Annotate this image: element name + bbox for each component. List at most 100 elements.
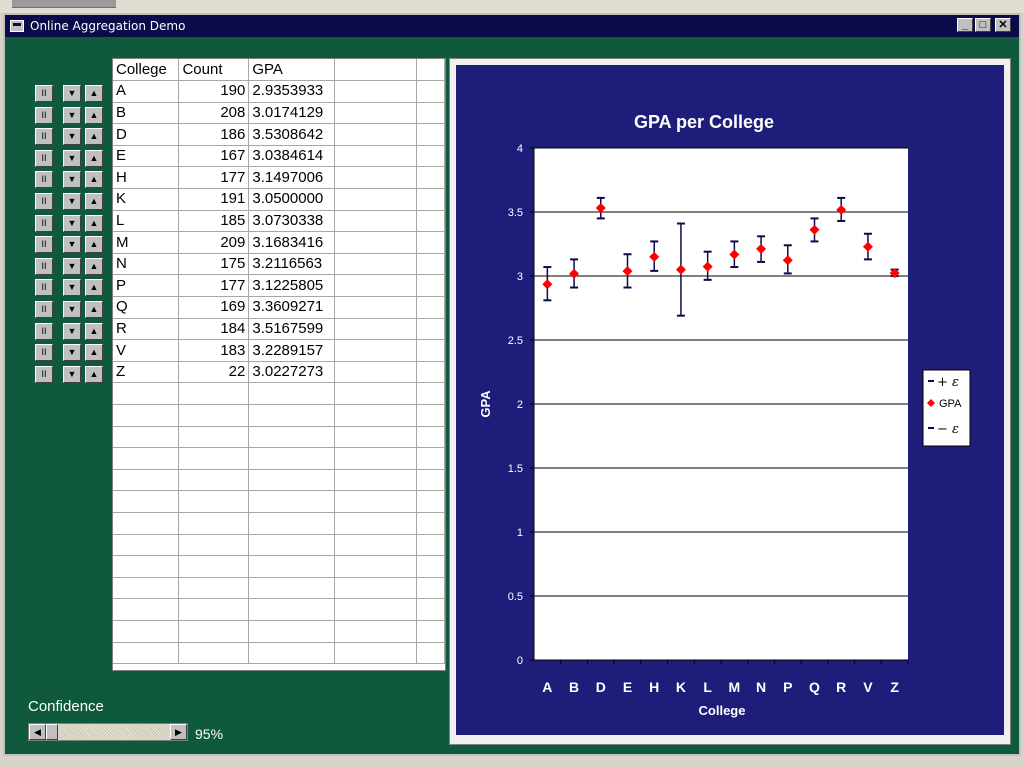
table-row[interactable] (113, 534, 445, 557)
move-up-button[interactable]: ▲ (85, 128, 103, 146)
move-up-button[interactable]: ▲ (85, 149, 103, 167)
move-down-button[interactable]: ▼ (63, 322, 81, 340)
cell-college[interactable]: Q (113, 296, 180, 319)
cell-empty[interactable] (416, 296, 445, 319)
cell-count[interactable] (178, 642, 250, 665)
cell-empty[interactable] (334, 642, 418, 665)
cell-empty[interactable] (334, 231, 418, 254)
cell-empty[interactable] (334, 598, 418, 621)
pause-button[interactable]: II (35, 344, 53, 362)
table-row[interactable] (113, 642, 445, 665)
cell-college[interactable] (113, 447, 180, 470)
cell-college[interactable]: D (113, 123, 180, 146)
pause-button[interactable]: II (35, 128, 53, 146)
cell-gpa[interactable]: 3.2289157 (248, 339, 336, 362)
cell-count[interactable]: 177 (178, 166, 250, 190)
cell-empty[interactable] (334, 361, 418, 384)
cell-gpa[interactable] (248, 426, 336, 449)
cell-college[interactable] (113, 426, 180, 449)
pause-button[interactable]: II (35, 279, 53, 297)
cell-empty[interactable] (416, 253, 445, 276)
cell-empty[interactable] (334, 555, 418, 578)
move-up-button[interactable]: ▲ (85, 85, 103, 102)
cell-count[interactable]: 167 (178, 145, 250, 168)
move-down-button[interactable]: ▼ (63, 344, 81, 362)
move-down-button[interactable]: ▼ (63, 214, 81, 232)
table-row[interactable] (113, 490, 445, 513)
cell-empty[interactable] (416, 274, 445, 298)
move-up-button[interactable]: ▲ (85, 171, 103, 189)
confidence-slider[interactable]: ◀ ▶ (28, 723, 188, 741)
cell-count[interactable]: 185 (178, 210, 250, 233)
table-row[interactable]: Z 22 3.0227273 (113, 361, 445, 384)
cell-college[interactable] (113, 512, 180, 535)
cell-gpa[interactable] (248, 598, 336, 621)
cell-college[interactable] (113, 598, 180, 621)
cell-empty[interactable] (334, 469, 418, 492)
table-row[interactable]: V 183 3.2289157 (113, 339, 445, 362)
cell-gpa[interactable]: 3.0730338 (248, 210, 336, 233)
cell-college[interactable] (113, 577, 180, 600)
cell-empty[interactable] (416, 534, 445, 557)
header-college[interactable]: College (113, 59, 180, 82)
move-up-button[interactable]: ▲ (85, 279, 103, 297)
pause-button[interactable]: II (35, 106, 53, 124)
table-row[interactable]: L 185 3.0730338 (113, 210, 445, 233)
cell-empty[interactable] (334, 145, 418, 168)
cell-college[interactable] (113, 620, 180, 643)
pause-button[interactable]: II (35, 257, 53, 275)
cell-count[interactable]: 186 (178, 123, 250, 146)
cell-count[interactable]: 184 (178, 318, 250, 341)
cell-gpa[interactable] (248, 447, 336, 470)
cell-college[interactable] (113, 642, 180, 665)
cell-count[interactable] (178, 555, 250, 578)
table-row[interactable] (113, 512, 445, 535)
cell-empty[interactable] (416, 166, 445, 190)
table-row[interactable] (113, 620, 445, 643)
cell-empty[interactable] (334, 123, 418, 146)
cell-college[interactable]: E (113, 145, 180, 168)
move-down-button[interactable]: ▼ (63, 236, 81, 254)
cell-empty[interactable] (416, 642, 445, 665)
cell-gpa[interactable]: 3.2116563 (248, 253, 336, 276)
table-row[interactable]: K 191 3.0500000 (113, 188, 445, 211)
slider-right-arrow-icon[interactable]: ▶ (170, 724, 187, 740)
table-row[interactable]: E 167 3.0384614 (113, 145, 445, 168)
cell-empty[interactable] (334, 426, 418, 449)
move-up-button[interactable]: ▲ (85, 106, 103, 124)
cell-empty[interactable] (416, 210, 445, 233)
table-row[interactable] (113, 404, 445, 427)
table-row[interactable]: A 190 2.9353933 (113, 80, 445, 103)
cell-empty[interactable] (334, 188, 418, 211)
cell-empty[interactable] (334, 318, 418, 341)
move-down-button[interactable]: ▼ (63, 128, 81, 146)
cell-empty[interactable] (334, 253, 418, 276)
table-row[interactable]: D 186 3.5308642 (113, 123, 445, 146)
cell-empty[interactable] (334, 296, 418, 319)
cell-college[interactable]: L (113, 210, 180, 233)
cell-college[interactable]: P (113, 274, 180, 298)
move-down-button[interactable]: ▼ (63, 257, 81, 275)
table-row[interactable] (113, 447, 445, 470)
cell-college[interactable]: B (113, 102, 180, 125)
cell-empty[interactable] (416, 447, 445, 470)
cell-gpa[interactable]: 3.0500000 (248, 188, 336, 211)
cell-college[interactable]: N (113, 253, 180, 276)
cell-count[interactable] (178, 598, 250, 621)
table-row[interactable]: N 175 3.2116563 (113, 253, 445, 276)
maximize-button[interactable]: □ (975, 18, 991, 32)
cell-empty[interactable] (416, 145, 445, 168)
table-row[interactable]: B 208 3.0174129 (113, 102, 445, 125)
cell-gpa[interactable] (248, 534, 336, 557)
table-row[interactable]: M 209 3.1683416 (113, 231, 445, 254)
cell-count[interactable] (178, 577, 250, 600)
move-up-button[interactable]: ▲ (85, 322, 103, 340)
table-row[interactable]: Q 169 3.3609271 (113, 296, 445, 319)
pause-button[interactable]: II (35, 236, 53, 254)
cell-empty[interactable] (416, 469, 445, 492)
cell-empty[interactable] (334, 490, 418, 513)
header-gpa[interactable]: GPA (248, 59, 336, 82)
cell-gpa[interactable] (248, 642, 336, 665)
cell-gpa[interactable] (248, 490, 336, 513)
cell-count[interactable]: 190 (178, 80, 250, 103)
